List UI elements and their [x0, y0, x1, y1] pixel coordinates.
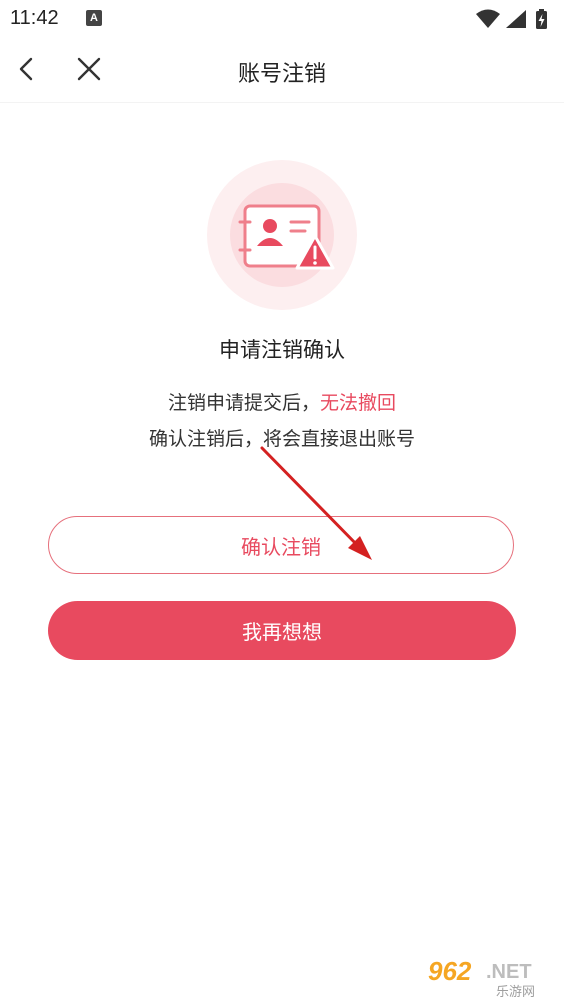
page-title: 账号注销 — [237, 62, 326, 87]
description-line-2: 确认注销后，将会直接退出账号 — [148, 428, 415, 450]
status-icons — [474, 8, 554, 30]
account-warning-illustration — [207, 160, 357, 310]
notification-app-icon: A — [86, 10, 102, 26]
status-bar: 11:42 A — [0, 0, 564, 38]
watermark-logo: 962 .NET 乐游网 — [424, 952, 560, 1000]
svg-text:乐游网: 乐游网 — [496, 985, 535, 1000]
confirm-title: 申请注销确认 — [219, 338, 345, 362]
confirm-deactivation-label: 确认注销 — [241, 534, 321, 559]
wifi-icon — [476, 9, 500, 28]
battery-charging-icon — [536, 9, 547, 29]
description-line-1: 注销申请提交后，无法撤回 — [0, 388, 564, 415]
reconsider-label: 我再想想 — [242, 620, 322, 644]
svg-text:962: 962 — [428, 956, 472, 986]
irreversible-warning-text: 无法撤回 — [320, 392, 397, 414]
nav-bar: 账号注销 — [0, 38, 564, 103]
confirm-deactivation-button[interactable]: 确认注销 — [48, 516, 514, 574]
svg-text:.NET: .NET — [486, 961, 532, 983]
cellular-signal-icon — [506, 10, 526, 28]
description-line-1-text: 注销申请提交后， — [167, 392, 320, 414]
reconsider-button[interactable]: 我再想想 — [48, 601, 516, 660]
status-time: 11:42 — [10, 7, 59, 29]
